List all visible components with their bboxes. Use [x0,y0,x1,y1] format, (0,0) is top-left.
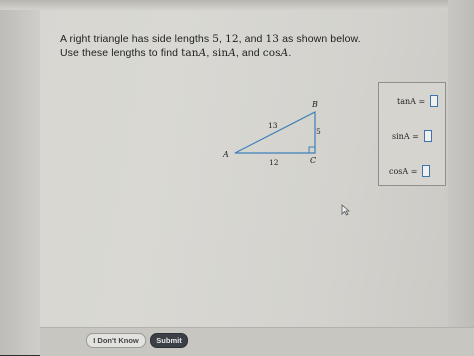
question-line-1: A right triangle has side lengths 5, 12,… [60,33,361,45]
q2-tan: tan [181,47,199,59]
triangle-diagram: A B C 13 5 12 [222,100,321,167]
side-vert-label: 5 [316,127,321,136]
q1-b: 12 [225,33,239,45]
tan-input[interactable] [430,95,439,107]
dont-know-button[interactable]: I Don't Know [86,333,146,348]
q1-prefix: A right triangle has side lengths [60,33,213,45]
right-edge-panel [448,0,474,355]
q2-sin: sin [212,47,229,59]
q1-c: 13 [265,33,280,45]
q2-prefix: Use these lengths to find [60,47,182,59]
vertex-c-label: C [310,156,316,165]
q1-sep2: , and [238,33,266,45]
answer-row-sin: sinA = [392,130,432,142]
cos-input[interactable] [422,165,431,177]
cos-label: cosA = [389,166,418,176]
q2-sin-a: A [228,47,236,59]
triangle-shape [234,111,316,154]
q1-a: 5 [212,33,220,45]
top-strip [0,0,474,10]
mouse-pointer-icon [341,203,351,221]
q1-suffix: as shown below. [279,33,361,45]
q2-cos: cos [262,47,281,59]
q2-suffix: . [288,47,292,59]
answer-row-tan: tanA = [397,95,439,107]
vertex-a-label: A [222,150,229,159]
submit-button[interactable]: Submit [150,333,188,348]
left-edge-shadow [0,0,40,355]
sin-label: sinA = [392,131,419,141]
sin-input[interactable] [423,130,432,142]
side-hyp-label: 13 [268,121,278,130]
answer-row-cos: cosA = [389,165,431,177]
q2-sep2: , and [235,47,263,59]
vertex-b-label: B [311,100,318,109]
tan-label: tanA = [397,96,426,106]
side-base-label: 12 [269,158,279,167]
right-angle-marker [308,146,315,153]
question-line-2: Use these lengths to find tanA, sinA, an… [60,47,291,59]
